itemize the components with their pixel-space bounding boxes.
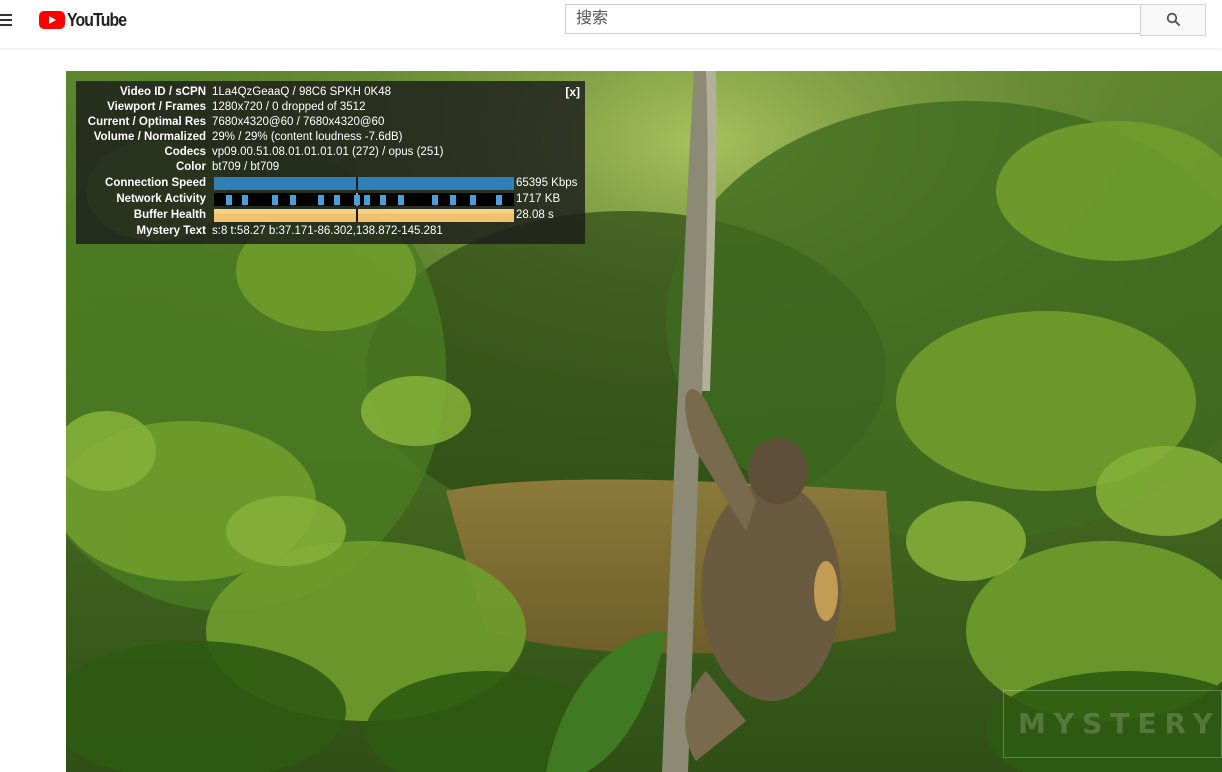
network-activity-bar (354, 195, 360, 205)
stats-value: vp09.00.51.08.01.01.01.01 (272) / opus (… (212, 146, 444, 158)
stats-label: Volume / Normalized (93, 131, 206, 143)
magnifier-icon (1166, 12, 1181, 27)
search-button[interactable] (1140, 4, 1206, 36)
stats-label: Video ID / sCPN (119, 86, 206, 98)
stats-label: Viewport / Frames (107, 101, 206, 113)
stats-label: Connection Speed (105, 177, 206, 189)
stats-label: Color (175, 161, 206, 173)
network-activity-bar (334, 195, 340, 205)
masthead: YouTube (0, 0, 1222, 48)
stats-row-viewport: Viewport / Frames 1280x720 / 0 dropped o… (76, 100, 585, 114)
buffer-health-graph (214, 209, 514, 222)
search-input[interactable] (565, 4, 1140, 34)
network-activity-bar (226, 195, 232, 205)
stats-value: 7680x4320@60 / 7680x4320@60 (212, 116, 385, 128)
network-activity-bar (470, 195, 476, 205)
stats-value: 65395 Kbps (516, 177, 578, 189)
network-activity-bar (290, 195, 296, 205)
stats-value: bt709 / bt709 (212, 161, 280, 173)
stats-label: Network Activity (116, 193, 206, 205)
stats-value: 28.08 s (516, 209, 554, 221)
masthead-shadow (0, 48, 1222, 52)
stats-label: Mystery Text (136, 225, 206, 237)
watermark: MYSTERY (1003, 690, 1222, 758)
network-activity-bar (318, 195, 324, 205)
stats-for-nerds-panel: [x] Video ID / sCPN 1La4QzGeaaQ / 98C6 S… (76, 81, 585, 244)
stats-label: Codecs (164, 146, 206, 158)
network-activity-bar (380, 195, 386, 205)
network-activity-bar (272, 195, 278, 205)
logo-text: YouTube (67, 9, 127, 30)
network-activity-bar (242, 195, 248, 205)
stats-row-video-id: Video ID / sCPN 1La4QzGeaaQ / 98C6 SPKH … (76, 85, 585, 99)
stats-value: 1717 KB (516, 193, 561, 205)
network-activity-bar (450, 195, 456, 205)
network-activity-bar (364, 195, 370, 205)
stats-row-resolution: Current / Optimal Res 7680x4320@60 / 768… (76, 115, 585, 129)
stats-label: Current / Optimal Res (87, 116, 206, 128)
stats-row-connection-speed: Connection Speed 65395 Kbps (76, 176, 585, 190)
stats-row-network-activity: Network Activity 1717 KB (76, 192, 585, 206)
stats-value: 1280x720 / 0 dropped of 3512 (212, 101, 366, 113)
stats-row-volume: Volume / Normalized 29% / 29% (content l… (76, 130, 585, 144)
stats-value: s:8 t:58.27 b:37.171-86.302,138.872-145.… (212, 225, 443, 237)
youtube-play-icon (39, 11, 65, 29)
stats-row-mystery-text: Mystery Text s:8 t:58.27 b:37.171-86.302… (76, 224, 585, 238)
hamburger-menu-icon[interactable] (0, 10, 22, 32)
stats-value: 1La4QzGeaaQ / 98C6 SPKH 0K48 (212, 86, 391, 98)
connection-speed-graph (214, 177, 514, 190)
watermark-text: MYSTERY (1018, 707, 1221, 740)
network-activity-bar (398, 195, 404, 205)
network-activity-bar (496, 195, 502, 205)
stats-row-buffer-health: Buffer Health 28.08 s (76, 208, 585, 222)
network-activity-graph (214, 193, 514, 206)
stats-value: 29% / 29% (content loudness -7.6dB) (212, 131, 403, 143)
stats-label: Buffer Health (133, 209, 206, 221)
stats-row-color: Color bt709 / bt709 (76, 160, 585, 174)
network-activity-bar (432, 195, 438, 205)
stats-row-codecs: Codecs vp09.00.51.08.01.01.01.01 (272) /… (76, 145, 585, 159)
youtube-logo[interactable]: YouTube (39, 9, 134, 31)
